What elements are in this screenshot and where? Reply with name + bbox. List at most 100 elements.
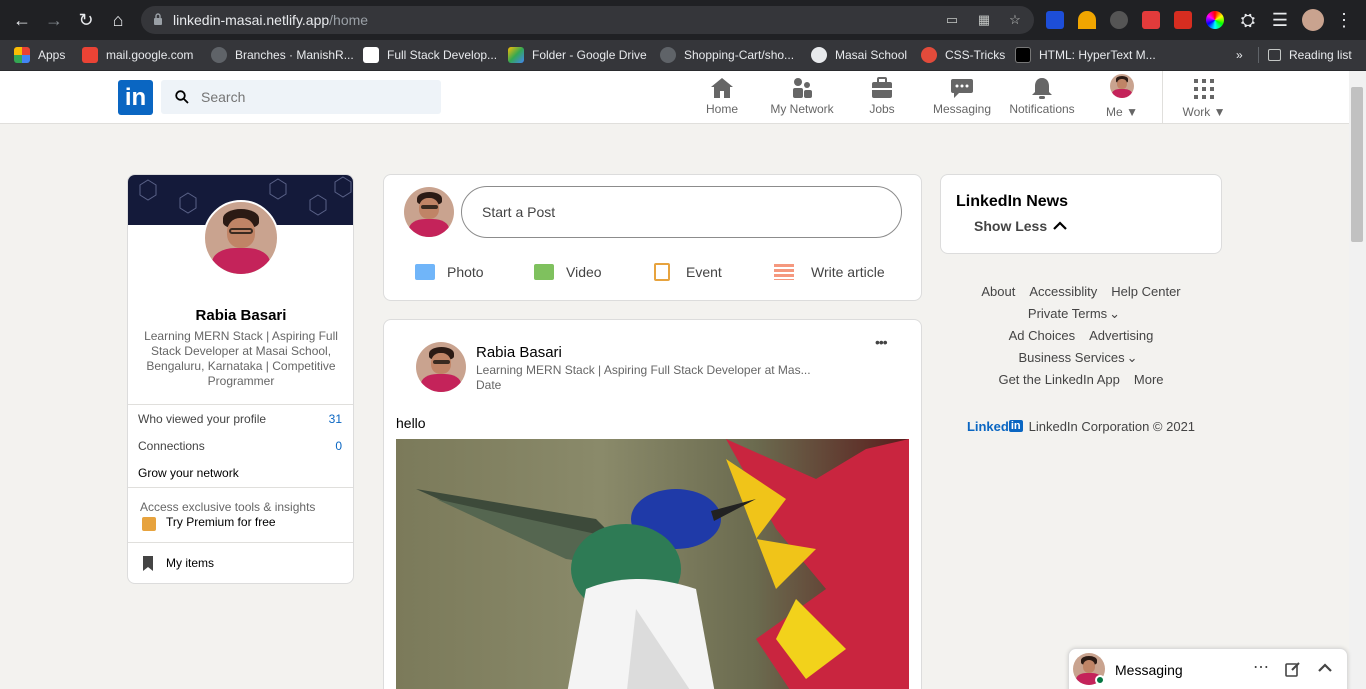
home-icon[interactable]: ⌂ <box>106 8 130 32</box>
grid-icon <box>1194 79 1214 99</box>
lock-icon <box>154 13 162 25</box>
compose-icon[interactable] <box>1285 661 1301 677</box>
bell-icon <box>1032 78 1052 99</box>
scrollbar[interactable] <box>1349 71 1366 689</box>
more-options-icon[interactable]: ⋯ <box>1253 657 1269 677</box>
footer-ad-choices[interactable]: Ad Choices <box>1009 328 1075 350</box>
bookmark-gmail[interactable]: mail.google.com <box>82 44 193 66</box>
stat-label[interactable]: Who viewed your profile <box>138 412 266 426</box>
article-icon <box>774 264 794 280</box>
footer-more[interactable]: More <box>1134 372 1164 394</box>
address-bar[interactable]: linkedin-masai.netlify.app/home ▭ ▦ ☆ <box>141 6 1034 34</box>
asterisk-icon <box>921 47 937 63</box>
bookmark-css-tricks[interactable]: CSS-Tricks <box>921 44 1005 66</box>
event-button[interactable]: Event <box>654 262 722 282</box>
nav-my-network[interactable]: My Network <box>762 76 842 120</box>
footer-accessibility[interactable]: Accessiblity <box>1029 284 1097 306</box>
nav-work[interactable]: Work ▼ <box>1164 76 1244 120</box>
scrollbar-thumb[interactable] <box>1351 87 1363 242</box>
my-items-link[interactable]: My items <box>166 556 214 570</box>
avatar[interactable] <box>404 187 454 237</box>
video-button[interactable]: Video <box>534 262 602 282</box>
extension-icon[interactable] <box>1046 11 1064 29</box>
bookmark-drive[interactable]: Folder - Google Drive <box>508 44 647 66</box>
photo-button[interactable]: Photo <box>415 262 484 282</box>
bookmark-notion[interactable]: Full Stack Develop... <box>363 44 497 66</box>
bookmark-mdn[interactable]: HTML: HyperText M... <box>1015 44 1156 66</box>
puzzle-icon[interactable]: ⛭ <box>1236 8 1260 32</box>
bookmark-shopping-cart[interactable]: Shopping-Cart/sho... <box>660 44 794 66</box>
more-bookmarks-button[interactable]: » <box>1236 44 1243 66</box>
media-icon[interactable]: ☰ <box>1268 8 1292 32</box>
profile-name[interactable]: Rabia Basari <box>128 307 353 324</box>
bookmark-icon <box>143 556 153 571</box>
divider <box>1162 71 1163 123</box>
divider <box>128 487 353 488</box>
profile-card: Rabia Basari Learning MERN Stack | Aspir… <box>127 174 354 584</box>
show-less-button[interactable]: Show Less <box>974 217 1067 235</box>
start-post-input[interactable]: Start a Post <box>461 186 902 238</box>
search-input[interactable] <box>201 87 431 107</box>
linkedin-logo[interactable]: in <box>118 80 153 115</box>
footer-links: About Accessiblity Help Center Private T… <box>940 284 1222 435</box>
post-author[interactable]: Rabia Basari <box>476 344 562 361</box>
try-premium-link[interactable]: Try Premium for free <box>166 515 276 529</box>
drive-icon <box>508 47 524 63</box>
github-icon <box>211 47 227 63</box>
grow-network-link[interactable]: Grow your network <box>138 466 239 480</box>
profile-avatar-icon[interactable] <box>1302 9 1324 31</box>
post-date: Date <box>476 378 502 392</box>
messaging-bar[interactable]: Messaging ⋯ <box>1068 648 1348 689</box>
extension-icon[interactable] <box>1078 11 1096 29</box>
stat-value[interactable]: 31 <box>329 412 342 426</box>
search-icon <box>175 90 189 104</box>
footer-business-services[interactable]: Business Services <box>1018 350 1124 372</box>
nav-home[interactable]: Home <box>682 76 762 120</box>
footer-help-center[interactable]: Help Center <box>1111 284 1180 306</box>
apps-icon <box>14 47 30 63</box>
qr-icon[interactable]: ▦ <box>976 12 992 28</box>
more-options-icon[interactable]: ••• <box>875 334 888 350</box>
reading-list-button[interactable]: Reading list <box>1268 44 1352 66</box>
pdf-icon[interactable] <box>1174 11 1192 29</box>
nav-notifications[interactable]: Notifications <box>1002 76 1082 120</box>
forward-icon[interactable]: → <box>42 8 66 32</box>
nav-me[interactable]: Me ▼ <box>1082 74 1162 120</box>
cast-icon[interactable]: ▭ <box>944 12 960 28</box>
calendar-icon <box>654 263 670 281</box>
nav-messaging[interactable]: Messaging <box>922 76 1002 120</box>
chevron-up-icon[interactable] <box>1317 663 1333 673</box>
video-icon <box>534 264 554 280</box>
stat-value[interactable]: 0 <box>335 439 342 453</box>
footer-get-app[interactable]: Get the LinkedIn App <box>998 372 1119 394</box>
footer-about[interactable]: About <box>981 284 1015 306</box>
divider <box>1258 47 1259 63</box>
color-picker-icon[interactable] <box>1206 11 1224 29</box>
profile-avatar[interactable] <box>203 200 279 276</box>
bookmarks-bar: Apps mail.google.com Branches · ManishR.… <box>0 40 1366 71</box>
chevron-down-icon: ⌄ <box>1126 350 1138 365</box>
search-box[interactable] <box>161 80 441 114</box>
news-title: LinkedIn News <box>956 193 1069 210</box>
steam-icon[interactable] <box>1110 11 1128 29</box>
write-article-button[interactable]: Write article <box>774 262 885 282</box>
linkedin-wordmark: Linked <box>966 418 1009 434</box>
star-icon[interactable]: ☆ <box>1007 12 1023 28</box>
chevron-down-icon: ⌄ <box>1109 306 1121 321</box>
footer-privacy-terms[interactable]: Private Terms <box>1028 306 1107 328</box>
stat-label[interactable]: Connections <box>138 439 205 453</box>
bookmark-apps[interactable]: Apps <box>14 44 65 66</box>
github-icon <box>660 47 676 63</box>
avatar[interactable] <box>416 342 466 392</box>
nav-jobs[interactable]: Jobs <box>842 76 922 120</box>
bookmark-github-branches[interactable]: Branches · ManishR... <box>211 44 354 66</box>
pocket-icon[interactable] <box>1142 11 1160 29</box>
bookmark-masai[interactable]: Masai School <box>811 44 907 66</box>
post-author-headline: Learning MERN Stack | Aspiring Full Stac… <box>476 363 811 377</box>
back-icon[interactable]: ← <box>10 8 34 32</box>
reload-icon[interactable]: ↻ <box>74 8 98 32</box>
post-image[interactable] <box>396 439 909 689</box>
footer-advertising[interactable]: Advertising <box>1089 328 1153 350</box>
avatar <box>1110 74 1134 98</box>
kebab-menu-icon[interactable]: ⋮ <box>1332 8 1356 32</box>
